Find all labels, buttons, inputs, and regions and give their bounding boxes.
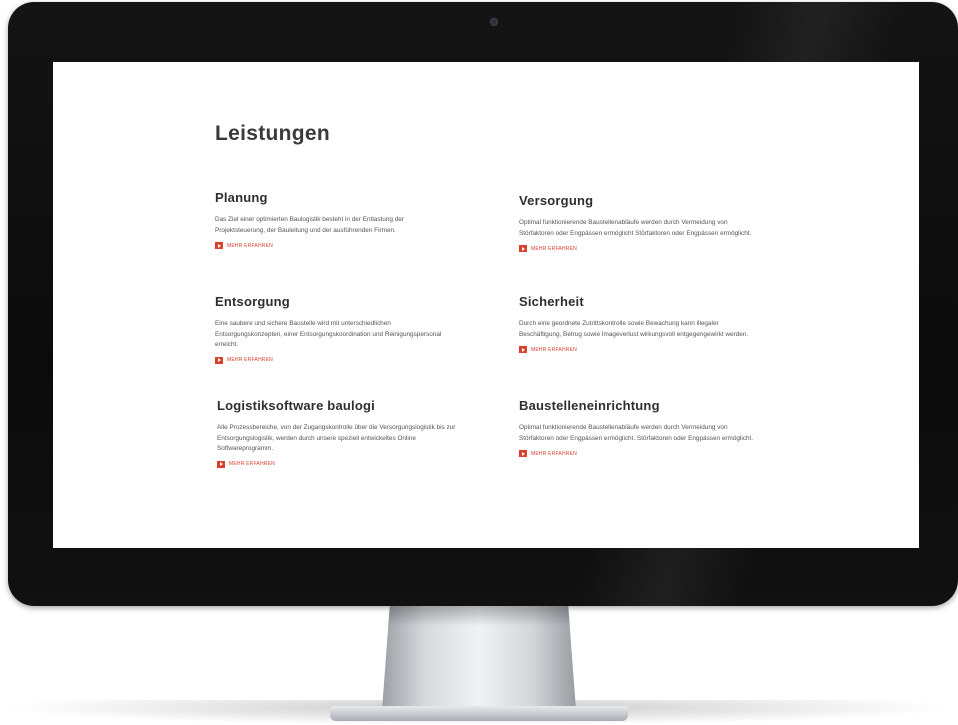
more-link-label: MEHR ERFAHREN xyxy=(531,450,577,457)
service-title: Entsorgung xyxy=(215,294,290,309)
service-versorgung: Versorgung Optimal funktionierende Baust… xyxy=(519,193,759,253)
service-title: Baustelleneinrichtung xyxy=(519,398,660,413)
service-logistiksoftware: Logistiksoftware baulogi Alle Prozessber… xyxy=(217,398,457,468)
service-description: Optimal funktionierende Baustellenabläuf… xyxy=(519,219,752,237)
page-title: Leistungen xyxy=(215,122,331,145)
arrow-right-icon xyxy=(215,242,223,250)
service-sicherheit: Sicherheit Durch eine geordnete Zutritts… xyxy=(519,294,759,354)
service-title: Planung xyxy=(215,190,268,205)
more-link-label: MEHR ERFAHREN xyxy=(227,242,273,249)
monitor-screen: Leistungen Planung Das Ziel einer optimi… xyxy=(53,62,919,548)
arrow-right-icon xyxy=(519,346,527,354)
services-page: Leistungen Planung Das Ziel einer optimi… xyxy=(53,62,919,548)
arrow-right-icon xyxy=(519,450,527,458)
service-description: Eine saubere und sichere Baustelle wird … xyxy=(215,320,442,349)
monitor-stand-shadow xyxy=(387,606,571,626)
monitor-mockup: Leistungen Planung Das Ziel einer optimi… xyxy=(0,0,958,725)
service-description: Alle Prozessbereiche, von der Zugangskon… xyxy=(217,424,456,453)
service-baustelleneinrichtung: Baustelleneinrichtung Optimal funktionie… xyxy=(519,398,759,458)
service-title: Versorgung xyxy=(519,193,594,208)
service-title: Sicherheit xyxy=(519,294,584,309)
arrow-right-icon xyxy=(217,460,225,468)
mehr-erfahren-link-entsorgung[interactable]: MEHR ERFAHREN xyxy=(215,356,455,364)
more-link-label: MEHR ERFAHREN xyxy=(531,346,577,353)
service-entsorgung: Entsorgung Eine saubere und sichere Baus… xyxy=(215,294,455,364)
mehr-erfahren-link-planung[interactable]: MEHR ERFAHREN xyxy=(215,242,455,250)
more-link-label: MEHR ERFAHREN xyxy=(531,245,577,252)
service-description: Durch eine geordnete Zutrittskontrolle s… xyxy=(519,320,749,338)
mehr-erfahren-link-logistiksoftware[interactable]: MEHR ERFAHREN xyxy=(217,460,457,468)
service-title: Logistiksoftware baulogi xyxy=(217,398,375,413)
service-description: Optimal funktionierende Baustellenabläuf… xyxy=(519,424,754,442)
mehr-erfahren-link-baustelleneinrichtung[interactable]: MEHR ERFAHREN xyxy=(519,450,759,458)
more-link-label: MEHR ERFAHREN xyxy=(229,461,275,468)
arrow-right-icon xyxy=(215,356,223,364)
service-planung: Planung Das Ziel einer optimierten Baulo… xyxy=(215,190,455,250)
arrow-right-icon xyxy=(519,245,527,253)
mehr-erfahren-link-sicherheit[interactable]: MEHR ERFAHREN xyxy=(519,346,759,354)
camera-icon xyxy=(490,18,498,26)
more-link-label: MEHR ERFAHREN xyxy=(227,357,273,364)
monitor-stand-base xyxy=(330,706,628,721)
service-description: Das Ziel einer optimierten Baulogistik b… xyxy=(215,216,404,234)
mehr-erfahren-link-versorgung[interactable]: MEHR ERFAHREN xyxy=(519,245,759,253)
